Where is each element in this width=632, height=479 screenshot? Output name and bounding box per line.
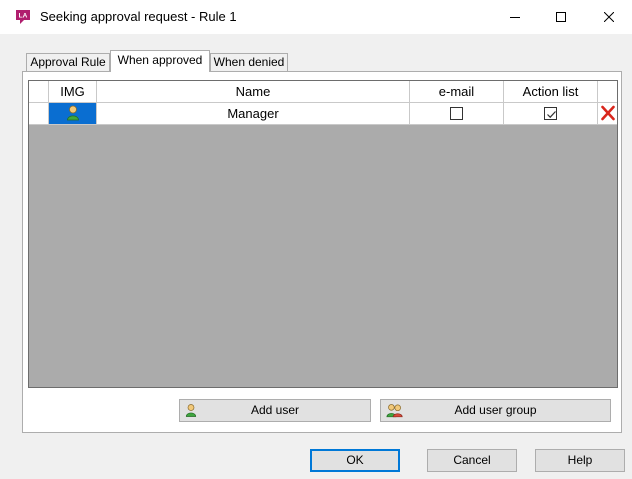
cancel-button[interactable]: Cancel	[427, 449, 517, 472]
window-title: Seeking approval request - Rule 1	[40, 9, 237, 24]
add-user-label: Add user	[250, 403, 300, 417]
column-header-email[interactable]: e-mail	[410, 81, 504, 103]
maximize-button[interactable]	[538, 0, 584, 34]
row-img-cell[interactable]	[49, 103, 97, 125]
close-button[interactable]	[586, 0, 632, 34]
tab-panel-when-approved: IMG Name e-mail Action list Manager Add …	[22, 71, 622, 433]
add-user-group-button[interactable]: Add user group	[380, 399, 611, 422]
add-user-group-label: Add user group	[454, 403, 537, 417]
column-header-delete	[598, 81, 617, 103]
title-bar: LA Seeking approval request - Rule 1	[0, 0, 632, 34]
grid-header: IMG Name e-mail Action list	[29, 81, 617, 103]
ok-button[interactable]: OK	[310, 449, 400, 472]
row-selector[interactable]	[29, 103, 49, 125]
add-user-button[interactable]: Add user	[179, 399, 371, 422]
column-header-name[interactable]: Name	[97, 81, 410, 103]
maximize-icon	[556, 12, 566, 22]
action-list-checkbox[interactable]	[544, 107, 557, 121]
row-email-cell[interactable]	[410, 103, 504, 125]
close-icon	[604, 12, 614, 22]
column-header-action-list[interactable]: Action list	[504, 81, 598, 103]
approver-grid[interactable]: IMG Name e-mail Action list Manager	[28, 80, 618, 388]
row-action-list-cell[interactable]	[504, 103, 598, 125]
row-selector-header	[29, 81, 49, 103]
tab-approval-rule[interactable]: Approval Rule	[26, 53, 110, 72]
email-checkbox[interactable]	[450, 107, 463, 121]
minimize-icon	[510, 17, 520, 18]
table-row[interactable]: Manager	[29, 103, 617, 125]
column-header-img[interactable]: IMG	[49, 81, 97, 103]
tab-when-approved[interactable]: When approved	[110, 50, 210, 72]
help-button[interactable]: Help	[535, 449, 625, 472]
tab-when-denied[interactable]: When denied	[210, 53, 288, 72]
app-icon-label: LA	[19, 13, 28, 20]
minimize-button[interactable]	[492, 0, 538, 34]
row-delete-cell[interactable]	[598, 103, 617, 125]
row-name-cell[interactable]: Manager	[97, 103, 410, 125]
checkmark-icon	[547, 111, 556, 119]
app-icon: LA	[16, 10, 30, 24]
delete-icon[interactable]	[600, 105, 616, 121]
user-icon	[185, 404, 197, 417]
user-group-icon	[386, 404, 403, 418]
user-icon	[66, 105, 79, 121]
